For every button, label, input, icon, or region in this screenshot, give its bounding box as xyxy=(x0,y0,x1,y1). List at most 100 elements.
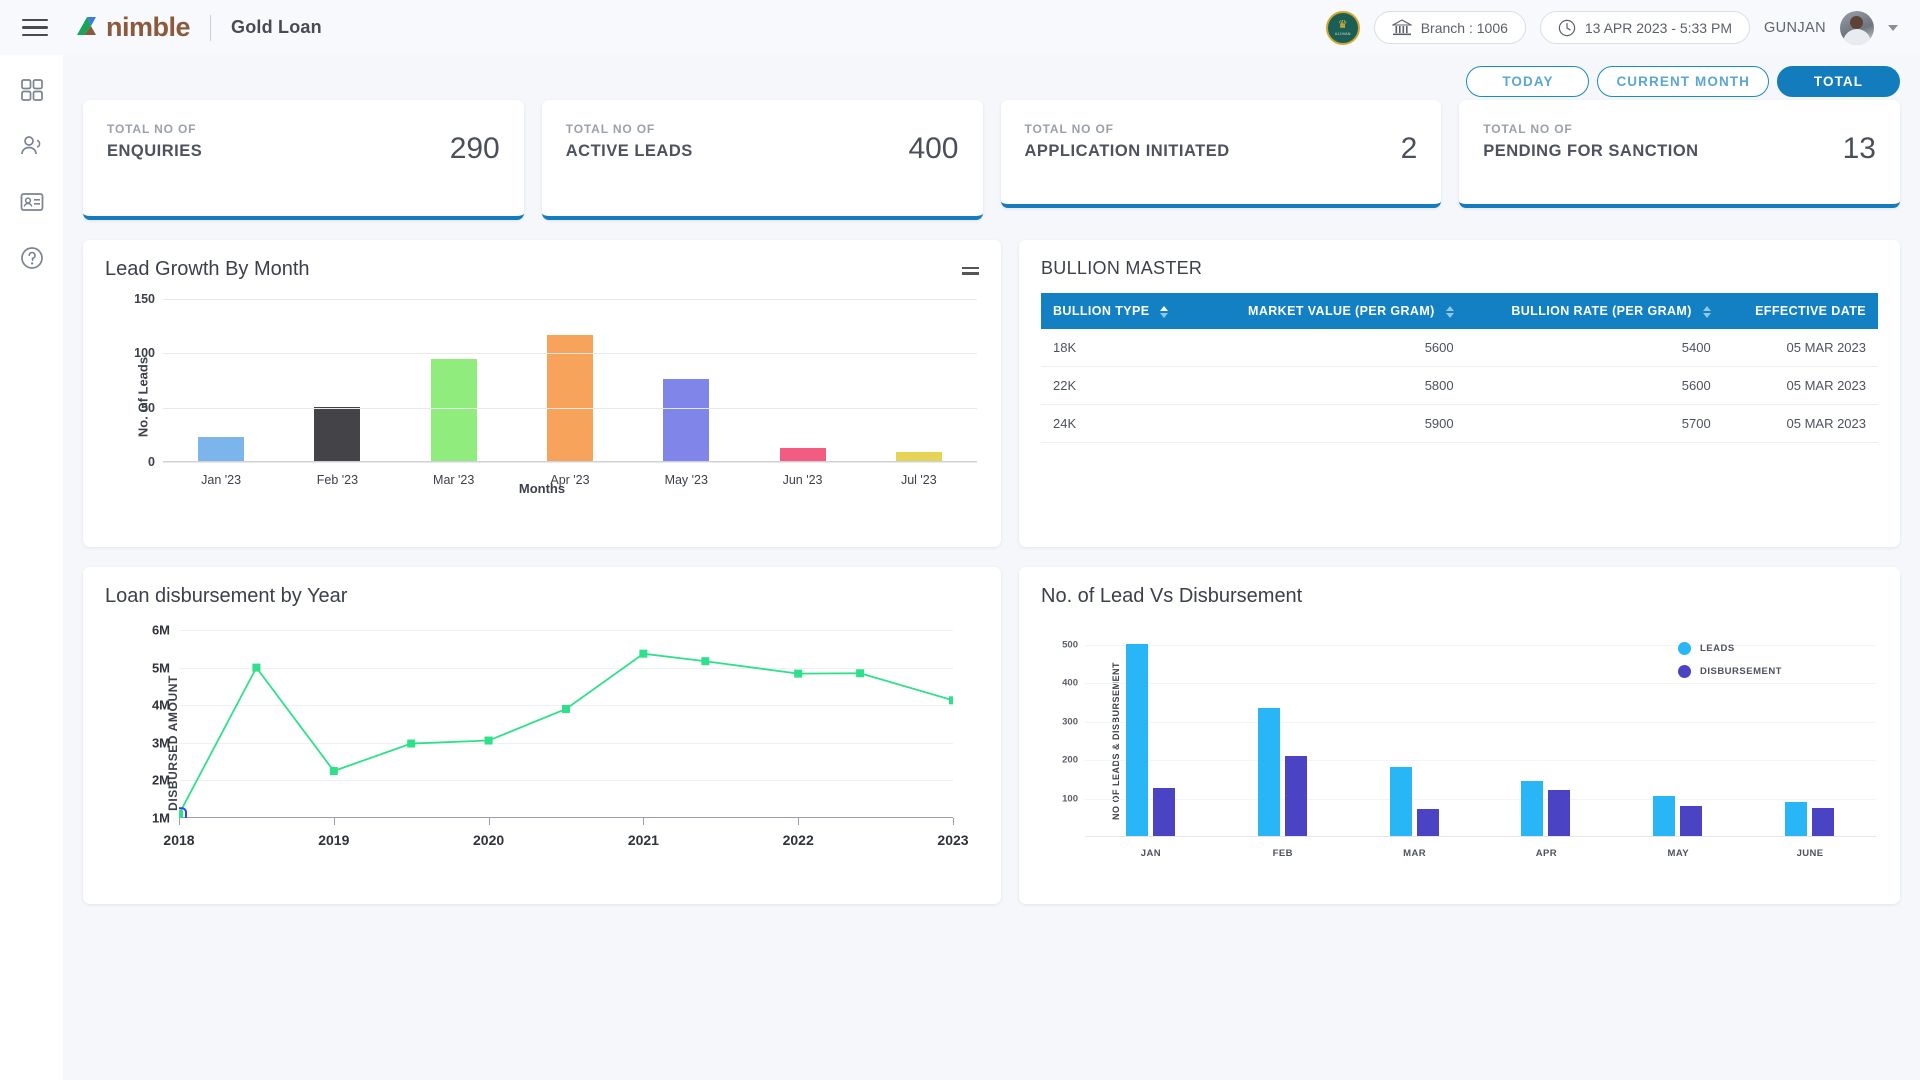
kpi-card-application-initiated[interactable]: TOTAL NO OF APPLICATION INITIATED 2 xyxy=(1000,100,1442,208)
data-point-marker[interactable] xyxy=(484,736,493,745)
kpi-prefix: TOTAL NO OF xyxy=(107,122,197,136)
chevron-down-icon[interactable] xyxy=(1888,24,1898,31)
x-axis-tick-label: 2021 xyxy=(627,832,659,848)
datetime-label: 13 APR 2023 - 5:33 PM xyxy=(1584,19,1732,36)
loan-disbursement-title: Loan disbursement by Year xyxy=(105,585,348,607)
hamburger-menu-icon[interactable] xyxy=(22,14,48,42)
bar[interactable] xyxy=(1125,644,1148,836)
bar-column[interactable]: Jun '23 xyxy=(744,299,860,487)
tab-total[interactable]: TOTAL xyxy=(1777,66,1900,97)
cell-bullion-rate: 5400 xyxy=(1465,329,1723,367)
bar-group xyxy=(1125,621,1175,836)
tab-current-month[interactable]: CURRENT MONTH xyxy=(1597,66,1769,97)
tab-today[interactable]: TODAY xyxy=(1466,66,1590,97)
datetime-display[interactable]: 13 APR 2023 - 5:33 PM xyxy=(1539,11,1750,44)
bar[interactable] xyxy=(1812,808,1835,836)
x-axis-tick-label: MAR xyxy=(1403,848,1426,859)
app-title: Gold Loan xyxy=(231,17,322,37)
legend-label: DISBURSEMENT xyxy=(1699,666,1782,677)
kpi-card-pending-for-sanction[interactable]: TOTAL NO OF PENDING FOR SANCTION 13 xyxy=(1459,100,1900,208)
bar[interactable] xyxy=(1284,756,1307,836)
bank-logo-label: UJJIVAN xyxy=(1334,31,1351,36)
sort-arrows-icon[interactable] xyxy=(1702,305,1711,318)
bar[interactable] xyxy=(1653,795,1676,836)
legend-item[interactable]: DISBURSEMENT xyxy=(1677,665,1782,678)
y-axis-tick-label: 50 xyxy=(141,400,155,415)
data-point-marker[interactable] xyxy=(639,649,648,658)
dashboard-row-2: Lead Growth By Month No. Of Leads Jan '2… xyxy=(83,240,1900,547)
data-point-marker[interactable] xyxy=(701,657,710,666)
data-point-marker[interactable] xyxy=(856,669,865,678)
bar[interactable] xyxy=(1257,708,1280,836)
column-header-bullion-rate[interactable]: BULLION RATE (PER GRAM) xyxy=(1465,293,1723,329)
sidebar-item-applications[interactable] xyxy=(19,189,45,215)
sidebar-item-customers[interactable] xyxy=(19,133,45,159)
bar[interactable] xyxy=(779,448,826,461)
data-point-marker[interactable] xyxy=(329,767,338,775)
cell-bullion-rate: 5600 xyxy=(1465,366,1723,405)
cell-effective-date: 05 MAR 2023 xyxy=(1722,366,1878,405)
bar[interactable] xyxy=(198,437,245,461)
bar[interactable] xyxy=(314,407,361,461)
bar[interactable] xyxy=(1548,789,1571,836)
loan-disbursement-panel: Loan disbursement by Year DISBURSED AMOU… xyxy=(83,567,1001,904)
data-point-marker[interactable] xyxy=(252,663,261,672)
bar-column[interactable]: Mar '23 xyxy=(396,299,512,487)
x-axis-tick-label: JAN xyxy=(1140,848,1162,859)
y-axis-tick-label: 4M xyxy=(151,697,170,713)
column-header-bullion-type[interactable]: BULLION TYPE xyxy=(1041,293,1202,329)
bar[interactable] xyxy=(1389,766,1412,836)
bar-column[interactable]: Feb '23 xyxy=(279,299,395,487)
sidebar-item-help[interactable] xyxy=(19,245,45,271)
bar[interactable] xyxy=(895,452,942,461)
kpi-card-enquiries[interactable]: TOTAL NO OF ENQUIRIES 290 xyxy=(83,100,524,220)
kpi-card-active-leads[interactable]: TOTAL NO OF ACTIVE LEADS 400 xyxy=(541,100,983,220)
gridline xyxy=(163,462,977,463)
cell-effective-date: 05 MAR 2023 xyxy=(1722,329,1878,367)
gridline xyxy=(1085,721,1876,723)
cell-market-value: 5900 xyxy=(1201,404,1466,443)
bar[interactable] xyxy=(1152,788,1175,836)
bar[interactable] xyxy=(1680,806,1703,836)
sort-arrows-icon[interactable] xyxy=(1445,305,1454,318)
x-axis-tick xyxy=(798,818,800,825)
bar[interactable] xyxy=(1416,809,1439,836)
bar[interactable] xyxy=(1521,781,1544,836)
table-row[interactable]: 22K 5800 5600 05 MAR 2023 xyxy=(1041,366,1878,405)
bar[interactable] xyxy=(1785,802,1808,836)
lead-vs-disbursement-chart: NO OF LEADS & DISBURSEMENT 100 200 300 400 5… xyxy=(1019,608,1900,873)
column-header-effective-date[interactable]: EFFECTIVE DATE xyxy=(1722,293,1878,329)
x-axis-tick-label: JUNE xyxy=(1796,848,1824,859)
bar[interactable] xyxy=(663,378,710,461)
data-point-marker[interactable] xyxy=(794,669,803,678)
data-point-marker[interactable] xyxy=(407,739,416,748)
bullion-master-table: BULLION TYPE MARKET VALUE (PER GRAM) BUL… xyxy=(1041,293,1878,443)
y-axis-tick-label: 100 xyxy=(1062,793,1078,805)
table-row[interactable]: 18K 5600 5400 05 MAR 2023 xyxy=(1041,329,1878,367)
sort-arrows-icon[interactable] xyxy=(1160,305,1169,318)
brand-block: nimble Gold Loan xyxy=(74,12,322,43)
column-header-market-value[interactable]: MARKET VALUE (PER GRAM) xyxy=(1201,293,1466,329)
branch-label: Branch : 1006 xyxy=(1420,19,1508,36)
chart-context-menu-icon[interactable] xyxy=(962,264,979,278)
y-axis-tick-label: 400 xyxy=(1062,677,1078,689)
branch-selector[interactable]: Branch : 1006 xyxy=(1373,11,1526,44)
user-avatar[interactable] xyxy=(1840,10,1874,45)
data-point-marker[interactable] xyxy=(179,810,183,818)
data-point-marker[interactable] xyxy=(562,704,570,713)
bar[interactable] xyxy=(430,359,477,461)
bar-column[interactable]: May '23 xyxy=(628,299,744,487)
bar-column[interactable]: Jan '23 xyxy=(163,299,279,487)
cell-bullion-type: 22K xyxy=(1041,366,1202,405)
legend-item[interactable]: LEADS xyxy=(1677,642,1782,655)
data-point-marker[interactable] xyxy=(949,696,953,705)
y-axis-tick-label: 3M xyxy=(151,735,170,751)
table-row[interactable]: 24K 5900 5700 05 MAR 2023 xyxy=(1041,404,1878,443)
lead-vs-disbursement-title: No. of Lead Vs Disbursement xyxy=(1041,585,1303,607)
sidebar-item-dashboard[interactable] xyxy=(19,77,45,103)
bar-column[interactable]: Apr '23 xyxy=(512,299,628,487)
gridline xyxy=(163,353,977,355)
bar-column[interactable]: Jul '23 xyxy=(861,299,977,487)
brand-name: nimble xyxy=(106,12,191,42)
kpi-title: ACTIVE LEADS xyxy=(565,142,693,160)
